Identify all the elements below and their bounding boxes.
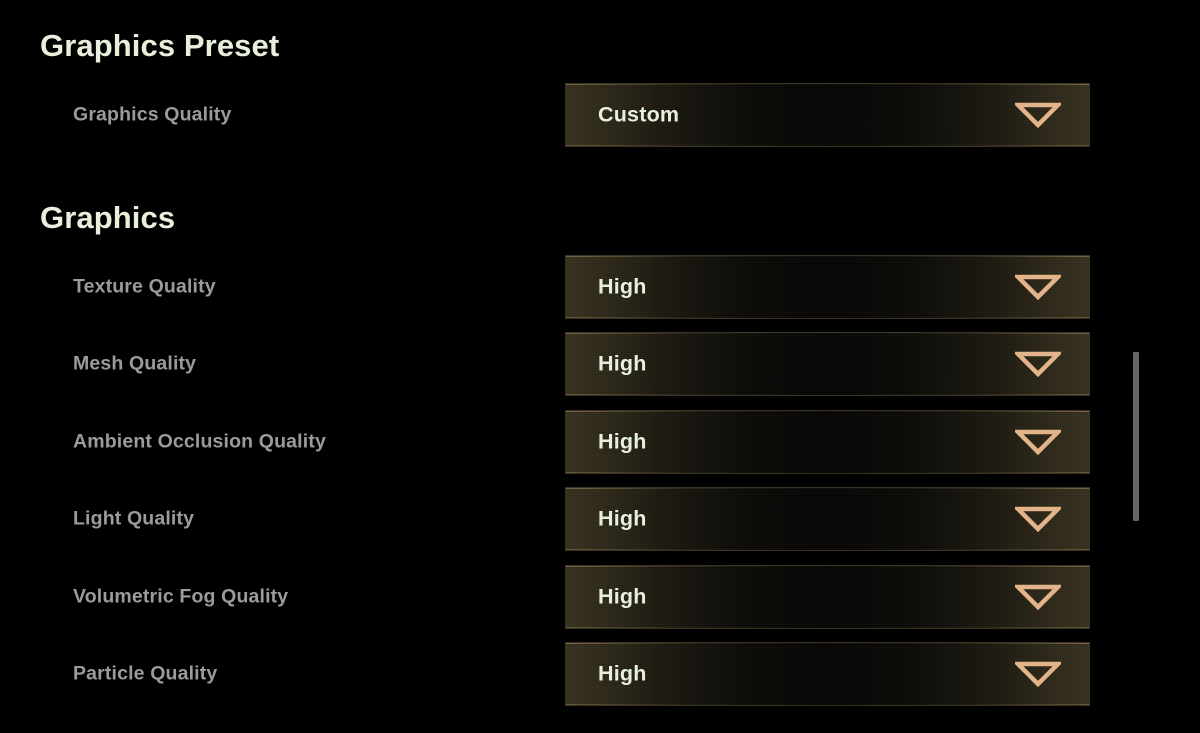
chevron-down-icon[interactable]: [1015, 506, 1061, 532]
setting-dropdown[interactable]: High: [565, 332, 1090, 396]
setting-dropdown[interactable]: High: [565, 487, 1090, 551]
setting-label: Mesh Quality: [73, 352, 197, 375]
setting-label: Texture Quality: [73, 275, 216, 298]
setting-row: Graphics Quality Custom: [0, 83, 1200, 147]
dropdown-value: High: [598, 429, 647, 454]
setting-dropdown[interactable]: High: [565, 255, 1090, 319]
chevron-down-icon[interactable]: [1015, 429, 1061, 455]
setting-row: Ambient Occlusion Quality High: [0, 410, 1200, 474]
chevron-down-icon[interactable]: [1015, 102, 1061, 128]
setting-row: Particle Quality High: [0, 642, 1200, 706]
setting-dropdown[interactable]: High: [565, 410, 1090, 474]
dropdown-value: Custom: [598, 102, 680, 127]
section-heading: Graphics: [40, 200, 176, 235]
dropdown-value: High: [598, 506, 647, 531]
dropdown-value: High: [598, 584, 647, 609]
setting-label: Graphics Quality: [73, 103, 232, 126]
chevron-down-icon[interactable]: [1015, 584, 1061, 610]
dropdown-value: High: [598, 274, 647, 299]
chevron-down-icon[interactable]: [1015, 351, 1061, 377]
chevron-down-icon[interactable]: [1015, 661, 1061, 687]
scrollbar-thumb[interactable]: [1133, 352, 1139, 521]
setting-row: Mesh Quality High: [0, 332, 1200, 396]
setting-label: Light Quality: [73, 507, 195, 530]
setting-row: Texture Quality High: [0, 255, 1200, 319]
setting-row: Volumetric Fog Quality High: [0, 565, 1200, 629]
setting-row: Light Quality High: [0, 487, 1200, 551]
setting-label: Particle Quality: [73, 662, 218, 685]
setting-label: Volumetric Fog Quality: [73, 585, 289, 608]
section-heading: Graphics Preset: [40, 28, 280, 63]
graphics-settings-screen: Graphics Preset Graphics Quality Custom Gra…: [0, 0, 1200, 733]
setting-label: Ambient Occlusion Quality: [73, 430, 326, 453]
dropdown-value: High: [598, 351, 647, 376]
setting-dropdown[interactable]: Custom: [565, 83, 1090, 147]
setting-dropdown[interactable]: High: [565, 642, 1090, 706]
setting-dropdown[interactable]: High: [565, 565, 1090, 629]
chevron-down-icon[interactable]: [1015, 274, 1061, 300]
dropdown-value: High: [598, 661, 647, 686]
